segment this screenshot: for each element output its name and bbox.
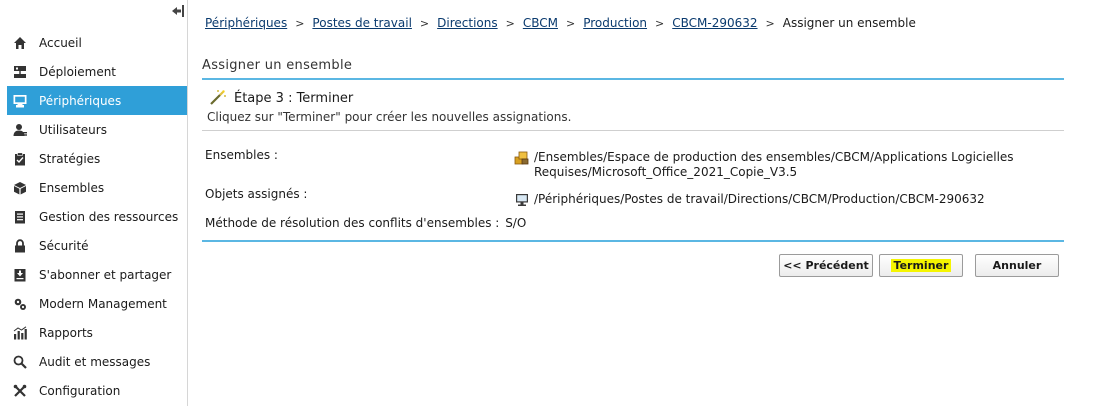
sidebar-item-ensembles[interactable]: Ensembles: [7, 173, 187, 202]
sidebar-nav: Accueil Déploiement Périphériques Utilis…: [7, 28, 187, 405]
breadcrumb-separator-icon: >: [655, 17, 665, 30]
bundle-icon: [514, 150, 530, 166]
breadcrumb-separator-icon: >: [505, 17, 515, 30]
objets-assignes-path: /Périphériques/Postes de travail/Directi…: [534, 192, 985, 206]
breadcrumb-link-production[interactable]: Production: [583, 16, 647, 30]
panel-title: Assigner un ensemble: [202, 58, 1064, 80]
breadcrumb-separator-icon: >: [419, 17, 430, 30]
resources-icon: [12, 209, 28, 225]
sidebar-item-modern-management[interactable]: Modern Management: [7, 289, 187, 318]
sidebar-item-deploiement[interactable]: Déploiement: [7, 57, 187, 86]
previous-button[interactable]: << Précédent: [779, 254, 873, 277]
breadcrumb-separator-icon: >: [565, 17, 576, 30]
finish-button-label: Terminer: [890, 259, 952, 272]
reports-icon: [12, 325, 28, 341]
cancel-button[interactable]: Annuler: [975, 254, 1059, 277]
step-header: Étape 3 : Terminer: [209, 89, 353, 107]
wrench-icon: [12, 383, 28, 399]
sidebar-item-abonner-partager[interactable]: S'abonner et partager: [7, 260, 187, 289]
box-icon: [12, 180, 28, 196]
sidebar-item-securite[interactable]: Sécurité: [7, 231, 187, 260]
wizard-wand-icon: [209, 89, 227, 107]
collapse-sidebar-icon[interactable]: [170, 4, 186, 20]
sidebar-item-peripheriques[interactable]: Périphériques: [7, 86, 187, 115]
users-icon: [12, 122, 28, 138]
breadcrumb-current: Assigner un ensemble: [782, 16, 916, 30]
divider: [202, 240, 1064, 242]
sidebar-item-label: Ensembles: [39, 180, 105, 195]
home-icon: [12, 35, 28, 51]
sidebar-item-label: Sécurité: [39, 238, 89, 253]
audit-icon: [12, 354, 28, 370]
sidebar-item-label: Configuration: [39, 383, 121, 398]
sidebar-item-rapports[interactable]: Rapports: [7, 318, 187, 347]
subscribe-icon: [12, 267, 28, 283]
finish-button[interactable]: Terminer: [879, 254, 963, 277]
methode-resolution-row: Méthode de résolution des conflits d'ens…: [205, 216, 526, 230]
sidebar-item-label: Déploiement: [39, 64, 117, 79]
sidebar-item-label: Rapports: [39, 325, 93, 340]
sidebar-item-strategies[interactable]: Stratégies: [7, 144, 187, 173]
sidebar-item-audit-messages[interactable]: Audit et messages: [7, 347, 187, 376]
breadcrumb: Périphériques > Postes de travail > Directio…: [205, 16, 916, 30]
breadcrumb-link-cbcm[interactable]: CBCM: [523, 16, 558, 30]
breadcrumb-link-device[interactable]: CBCM-290632: [672, 16, 757, 30]
breadcrumb-link-directions[interactable]: Directions: [437, 16, 497, 30]
sidebar-item-utilisateurs[interactable]: Utilisateurs: [7, 115, 187, 144]
step-title: Étape 3 : Terminer: [234, 90, 354, 106]
breadcrumb-separator-icon: >: [295, 17, 305, 30]
policy-icon: [12, 151, 28, 167]
sidebar-item-accueil[interactable]: Accueil: [7, 28, 187, 57]
sidebar-item-label: Audit et messages: [39, 354, 151, 369]
sidebar-item-gestion-ressources[interactable]: Gestion des ressources: [7, 202, 187, 231]
sidebar-item-label: Gestion des ressources: [39, 209, 179, 224]
monitor-icon: [12, 93, 28, 109]
methode-resolution-value: S/O: [505, 216, 527, 230]
lock-icon: [12, 238, 28, 254]
sidebar-item-label: Périphériques: [39, 93, 122, 108]
sidebar-item-configuration[interactable]: Configuration: [7, 376, 187, 405]
objets-assignes-label: Objets assignés :: [205, 187, 308, 201]
breadcrumb-link-postes-de-travail[interactable]: Postes de travail: [312, 16, 412, 30]
objets-assignes-value: /Périphériques/Postes de travail/Directi…: [514, 192, 1014, 208]
sidebar-item-label: Accueil: [39, 35, 82, 50]
ensembles-path: /Ensembles/Espace de production des ense…: [534, 150, 1014, 179]
sidebar-item-label: Utilisateurs: [39, 122, 107, 137]
sidebar-item-label: Modern Management: [39, 296, 167, 311]
ensembles-value: /Ensembles/Espace de production des ense…: [514, 150, 1014, 180]
step-description: Cliquez sur "Terminer" pour créer les no…: [207, 110, 572, 124]
breadcrumb-separator-icon: >: [765, 17, 775, 30]
breadcrumb-link-peripheriques[interactable]: Périphériques: [205, 16, 287, 30]
sidebar-item-label: Stratégies: [39, 151, 101, 166]
methode-resolution-label: Méthode de résolution des conflits d'ens…: [205, 216, 500, 230]
workstation-icon: [514, 192, 530, 208]
deployment-icon: [12, 64, 28, 80]
sidebar: Accueil Déploiement Périphériques Utilis…: [0, 0, 188, 406]
sidebar-item-label: S'abonner et partager: [39, 267, 172, 282]
divider: [202, 130, 1064, 131]
cogs-icon: [12, 296, 28, 312]
ensembles-label: Ensembles :: [205, 148, 278, 162]
